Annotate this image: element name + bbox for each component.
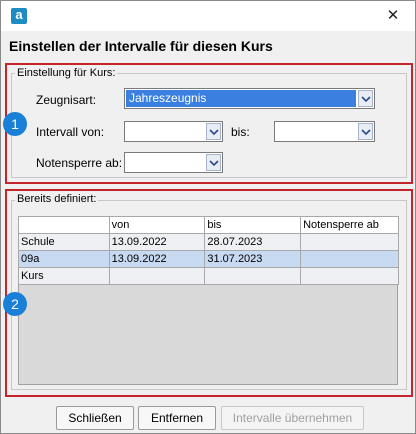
dialog-heading: Einstellen der Intervalle für diesen Kur… <box>9 38 273 54</box>
notensperre-label: Notensperre ab: <box>36 156 123 170</box>
table-cell[interactable]: 13.09.2022 <box>108 250 206 268</box>
zeugnisart-label: Zeugnisart: <box>36 93 97 107</box>
dialog-window: a ✕ Einstellen der Intervalle für diesen… <box>0 0 416 434</box>
column-header[interactable]: bis <box>204 216 302 234</box>
remove-button[interactable]: Entfernen <box>138 406 216 430</box>
app-logo-letter: a <box>15 7 23 22</box>
table-row-selected[interactable]: 09a 13.09.2022 31.07.2023 <box>18 250 399 268</box>
zeugnisart-value: Jahreszeugnis <box>126 90 356 107</box>
table-cell[interactable] <box>300 233 399 251</box>
table-cell[interactable]: 09a <box>18 250 110 268</box>
defined-group-legend: Bereits definiert: <box>15 193 99 205</box>
annotation-badge-2: 2 <box>3 292 27 316</box>
intervall-von-label: Intervall von: <box>36 125 105 139</box>
chevron-down-icon[interactable] <box>206 154 221 171</box>
table-cell[interactable] <box>300 250 399 268</box>
chevron-down-icon[interactable] <box>358 123 373 140</box>
settings-group-legend: Einstellung für Kurs: <box>15 67 118 79</box>
chevron-down-icon[interactable] <box>206 123 221 140</box>
intervals-table: von bis Notensperre ab Schule 13.09.2022… <box>18 216 399 385</box>
intervall-von-date-picker[interactable] <box>124 121 223 142</box>
close-button[interactable]: Schließen <box>56 406 134 430</box>
table-cell[interactable] <box>108 267 206 285</box>
notensperre-value <box>126 154 204 171</box>
apply-intervals-button[interactable]: Intervalle übernehmen <box>221 406 364 430</box>
column-header[interactable] <box>18 216 110 234</box>
chevron-down-icon[interactable] <box>358 90 373 107</box>
intervals-table-grid: von bis Notensperre ab Schule 13.09.2022… <box>18 216 399 285</box>
table-row[interactable]: Kurs <box>18 267 399 285</box>
table-cell[interactable]: Schule <box>18 233 110 251</box>
close-window-button[interactable]: ✕ <box>371 1 415 31</box>
annotation-badge-1: 1 <box>3 112 27 136</box>
table-row[interactable]: Schule 13.09.2022 28.07.2023 <box>18 233 399 251</box>
table-cell[interactable] <box>300 267 399 285</box>
app-logo-icon: a <box>11 7 27 24</box>
bis-date-picker[interactable] <box>274 121 375 142</box>
notensperre-date-picker[interactable] <box>124 152 223 173</box>
column-header[interactable]: Notensperre ab <box>300 216 399 234</box>
table-cell[interactable] <box>204 267 302 285</box>
intervall-von-value <box>126 123 204 140</box>
table-header-row: von bis Notensperre ab <box>18 216 399 234</box>
table-cell[interactable]: 13.09.2022 <box>108 233 206 251</box>
bis-value <box>276 123 356 140</box>
close-icon[interactable]: ✕ <box>387 7 400 24</box>
table-cell[interactable]: Kurs <box>18 267 110 285</box>
zeugnisart-select[interactable]: Jahreszeugnis <box>124 88 375 109</box>
column-header[interactable]: von <box>108 216 206 234</box>
table-cell[interactable]: 31.07.2023 <box>204 250 302 268</box>
bis-label: bis: <box>231 125 250 139</box>
table-cell[interactable]: 28.07.2023 <box>204 233 302 251</box>
title-bar: a ✕ <box>1 1 415 31</box>
